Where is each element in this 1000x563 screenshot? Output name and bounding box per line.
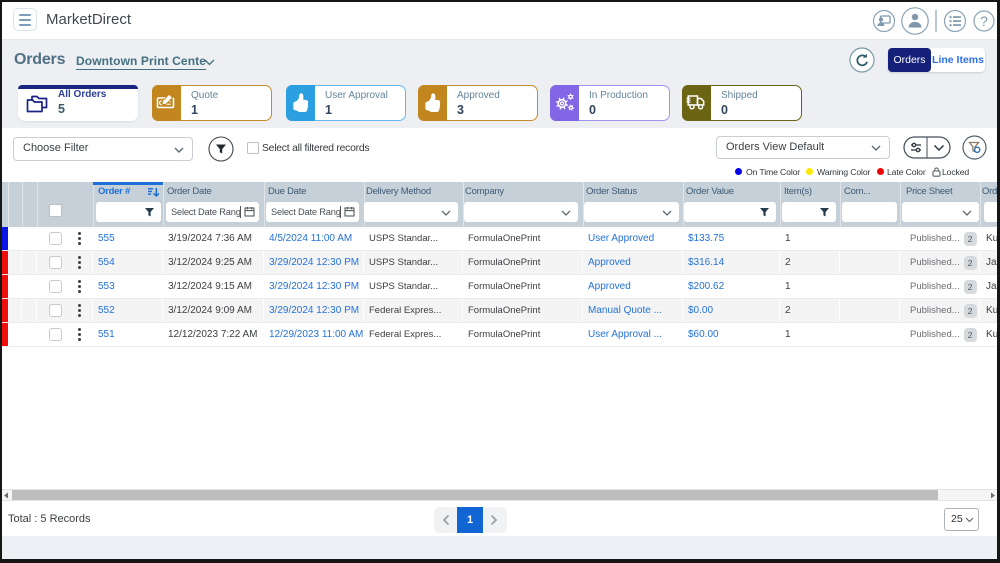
svg-text:?: ? <box>980 13 988 29</box>
